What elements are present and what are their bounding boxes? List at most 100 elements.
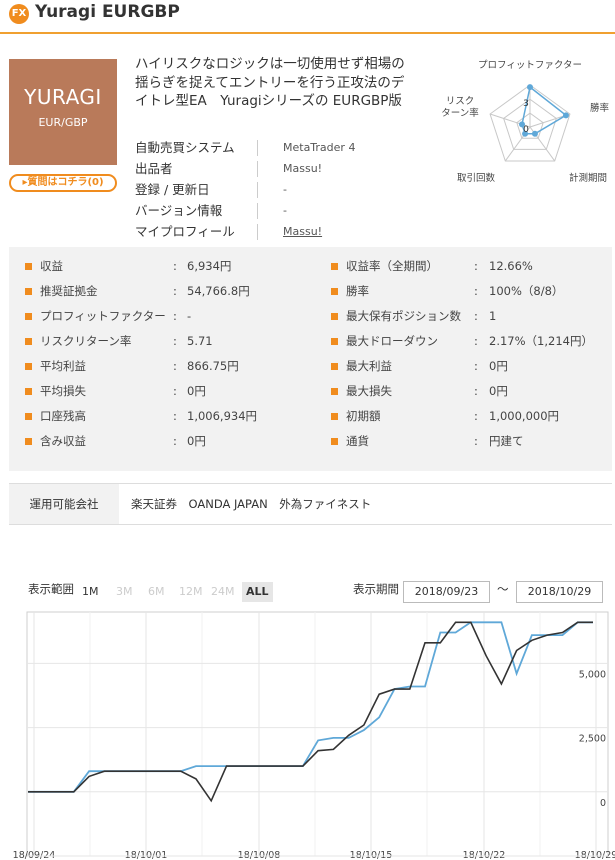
radar-label-trade-count: 取引回数 <box>457 172 496 184</box>
info-row-profile: マイプロフィール Massu! <box>135 221 410 242</box>
x-tick-label: 18/10/01 <box>125 850 168 860</box>
stat-colon: : <box>474 359 478 373</box>
stat-row: 含み収益:0円 <box>9 429 306 454</box>
stat-bullet-icon <box>25 263 32 270</box>
stat-label: 平均損失 <box>40 384 86 398</box>
stat-label: 推奨証拠金 <box>40 284 98 298</box>
info-row-version: バージョン情報 - <box>135 200 410 221</box>
stat-colon: : <box>474 284 478 298</box>
stat-colon: : <box>474 259 478 273</box>
stat-colon: : <box>173 359 177 373</box>
y-tick-label: 5,000 <box>579 669 606 680</box>
x-tick-label: 18/10/29 <box>575 850 615 860</box>
fx-badge-icon: FX <box>9 4 29 24</box>
equity-line-chart: 18/09/24 18/10/01 18/10/08 18/10/15 18/10/22… <box>13 611 615 860</box>
companies-value: 楽天証券 OANDA JAPAN 外為ファイネスト <box>131 497 372 511</box>
radar-point <box>527 84 533 91</box>
stat-bullet-icon <box>331 288 338 295</box>
stat-bullet-icon <box>331 263 338 270</box>
radar-label-risk-return: リスクターン率 <box>441 96 479 119</box>
info-key: 登録 / 更新日 <box>135 181 258 198</box>
stat-value: 866.75円 <box>187 359 239 373</box>
radar-label-line: ターン率 <box>441 107 479 119</box>
radar-label-win-rate: 勝率 <box>590 102 610 114</box>
stat-bullet-icon <box>25 438 32 445</box>
range-6m-button[interactable]: 6M <box>144 582 169 602</box>
stat-colon: : <box>474 409 478 423</box>
radar-label-period: 計測期間 <box>569 172 607 184</box>
period-tilde: ～ <box>497 582 509 596</box>
page-title: Yuragi EURGBP <box>35 2 180 22</box>
stat-row: 最大利益:0円 <box>315 354 612 379</box>
period-from-input[interactable]: 2018/09/23 <box>403 581 490 603</box>
x-tick-label: 18/10/22 <box>463 850 506 860</box>
stat-colon: : <box>173 384 177 398</box>
period-to-input[interactable]: 2018/10/29 <box>516 581 603 603</box>
stat-value: 1,006,934円 <box>187 409 258 423</box>
info-key: 自動売買システム <box>135 139 258 156</box>
stat-row: 最大保有ポジション数:1 <box>315 304 612 329</box>
product-thumbnail: YURAGI EUR/GBP <box>9 59 117 165</box>
range-1m-button[interactable]: 1M <box>78 582 103 602</box>
stat-colon: : <box>173 409 177 423</box>
stat-colon: : <box>173 334 177 348</box>
radar-grid <box>489 84 571 162</box>
info-key: バージョン情報 <box>135 202 258 219</box>
x-tick-label: 18/10/08 <box>238 850 281 860</box>
stat-bullet-icon <box>25 288 32 295</box>
stat-row: 推奨証拠金:54,766.8円 <box>9 279 306 304</box>
stat-bullet-icon <box>331 363 338 370</box>
stat-label: 初期額 <box>346 409 381 423</box>
stat-row: 収益:6,934円 <box>9 254 306 279</box>
stat-label: 通貨 <box>346 434 369 448</box>
y-tick-label: 0 <box>600 798 606 809</box>
stat-row: 収益率（全期間）:12.66% <box>315 254 612 279</box>
stat-value: 54,766.8円 <box>187 284 250 298</box>
companies-label: 運用可能会社 <box>9 484 119 524</box>
thumbnail-subtitle: EUR/GBP <box>38 116 88 129</box>
period-label: 表示期間 <box>353 582 399 596</box>
stat-colon: : <box>173 434 177 448</box>
range-24m-button[interactable]: 24M <box>207 582 239 602</box>
stat-label: プロフィットファクター <box>40 309 166 323</box>
stat-value: - <box>187 309 192 323</box>
stat-value: 0円 <box>489 384 508 398</box>
stat-label: 口座残高 <box>40 409 86 423</box>
x-tick-label: 18/09/24 <box>13 850 56 860</box>
stat-label: 含み収益 <box>40 434 86 448</box>
radar-scale-top: 3 <box>523 99 529 109</box>
stat-value: 円建て <box>489 434 524 448</box>
stat-label: リスクリターン率 <box>40 334 132 348</box>
range-12m-button[interactable]: 12M <box>175 582 207 602</box>
stat-label: 最大損失 <box>346 384 392 398</box>
stat-value: 2.17%（1,214円） <box>489 334 593 348</box>
radar-scale-zero: 0 <box>523 125 529 135</box>
stat-value: 5.71 <box>187 334 213 348</box>
product-info-list: 自動売買システム MetaTrader 4 出品者 Massu! 登録 / 更新… <box>135 137 410 242</box>
radar-label-line: リスク <box>446 96 475 107</box>
stat-value: 100%（8/8） <box>489 284 564 298</box>
radar-point <box>531 130 538 137</box>
companies-row: 運用可能会社 楽天証券 OANDA JAPAN 外為ファイネスト <box>9 483 612 525</box>
stat-value: 1,000,000円 <box>489 409 560 423</box>
radar-chart: プロフィットファクター 勝率 計測期間 取引回数 リスクターン率 3 0 <box>441 60 610 184</box>
stat-row: 勝率:100%（8/8） <box>315 279 612 304</box>
info-row-system: 自動売買システム MetaTrader 4 <box>135 137 410 158</box>
stat-row: 通貨: 円建て <box>315 429 612 454</box>
stat-bullet-icon <box>25 313 32 320</box>
stat-row: 平均利益:866.75円 <box>9 354 306 379</box>
question-button[interactable]: ▸質問はコチラ(0) <box>9 174 117 192</box>
stat-row: プロフィットファクター: - <box>9 304 306 329</box>
stat-bullet-icon <box>25 388 32 395</box>
stat-value: 6,934円 <box>187 259 232 273</box>
stat-value: 12.66% <box>489 259 533 273</box>
page-header: FX Yuragi EURGBP <box>0 0 615 34</box>
info-value: Massu! <box>283 162 323 175</box>
thumbnail-title: YURAGI <box>24 85 102 109</box>
stat-colon: : <box>173 284 177 298</box>
profile-link[interactable]: Massu! <box>258 225 322 238</box>
info-key: 出品者 <box>135 160 258 177</box>
x-tick-label: 18/10/15 <box>350 850 393 860</box>
range-all-button[interactable]: ALL <box>242 582 273 602</box>
range-3m-button[interactable]: 3M <box>112 582 137 602</box>
